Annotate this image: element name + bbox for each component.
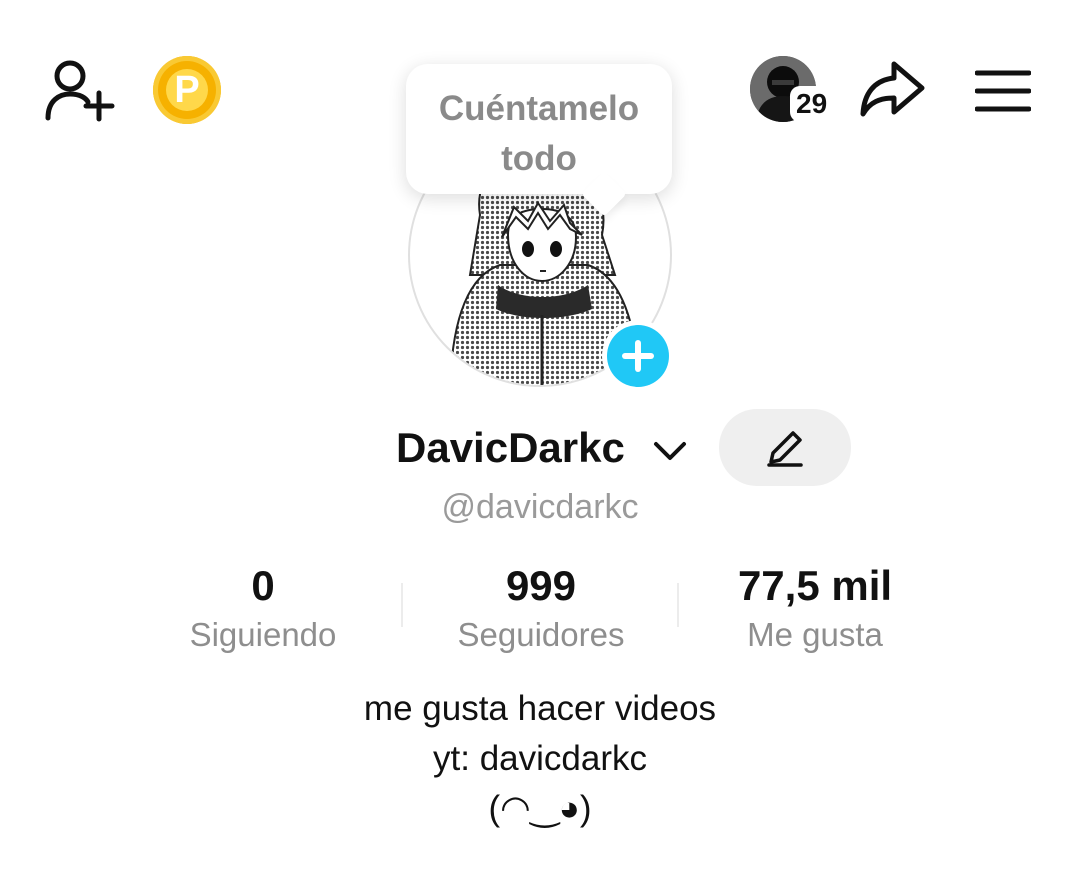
share-icon[interactable] — [858, 58, 928, 120]
stat-followers-label: Seguidores — [457, 616, 625, 653]
tooltip-text: Cuéntamelo todo — [438, 89, 640, 178]
display-name[interactable]: DavicDarkc — [396, 422, 625, 474]
stat-likes-value: 77,5 mil — [737, 562, 893, 609]
bio-line-1: me gusta hacer videos — [363, 689, 717, 728]
coin-icon[interactable]: P — [153, 56, 221, 124]
coin-letter: P — [174, 69, 200, 111]
bio-line-3: (◠‿◕) — [488, 789, 592, 828]
add-friend-icon[interactable] — [40, 58, 116, 122]
chevron-down-icon[interactable] — [652, 436, 688, 464]
profile-prompt-tooltip[interactable]: Cuéntamelo todo — [406, 64, 672, 217]
stat-following[interactable]: 0 Siguiendo — [113, 561, 413, 657]
add-story-button[interactable] — [602, 320, 674, 392]
edit-profile-button[interactable] — [719, 409, 851, 486]
stat-following-value: 0 — [251, 562, 275, 609]
hamburger-menu-icon[interactable] — [975, 70, 1031, 112]
stat-likes[interactable]: 77,5 mil Me gusta — [665, 561, 965, 657]
plus-icon-vertical — [635, 340, 641, 372]
stat-followers-value: 999 — [505, 562, 577, 609]
username-handle: @davicdarkc — [441, 488, 639, 526]
stat-likes-label: Me gusta — [747, 616, 883, 653]
stat-followers[interactable]: 999 Seguidores — [391, 561, 691, 657]
notification-count-badge: 29 — [790, 86, 834, 122]
bio-line-2: yt: davicdarkc — [433, 739, 647, 778]
stat-following-label: Siguiendo — [189, 616, 337, 653]
pencil-icon — [767, 431, 803, 467]
